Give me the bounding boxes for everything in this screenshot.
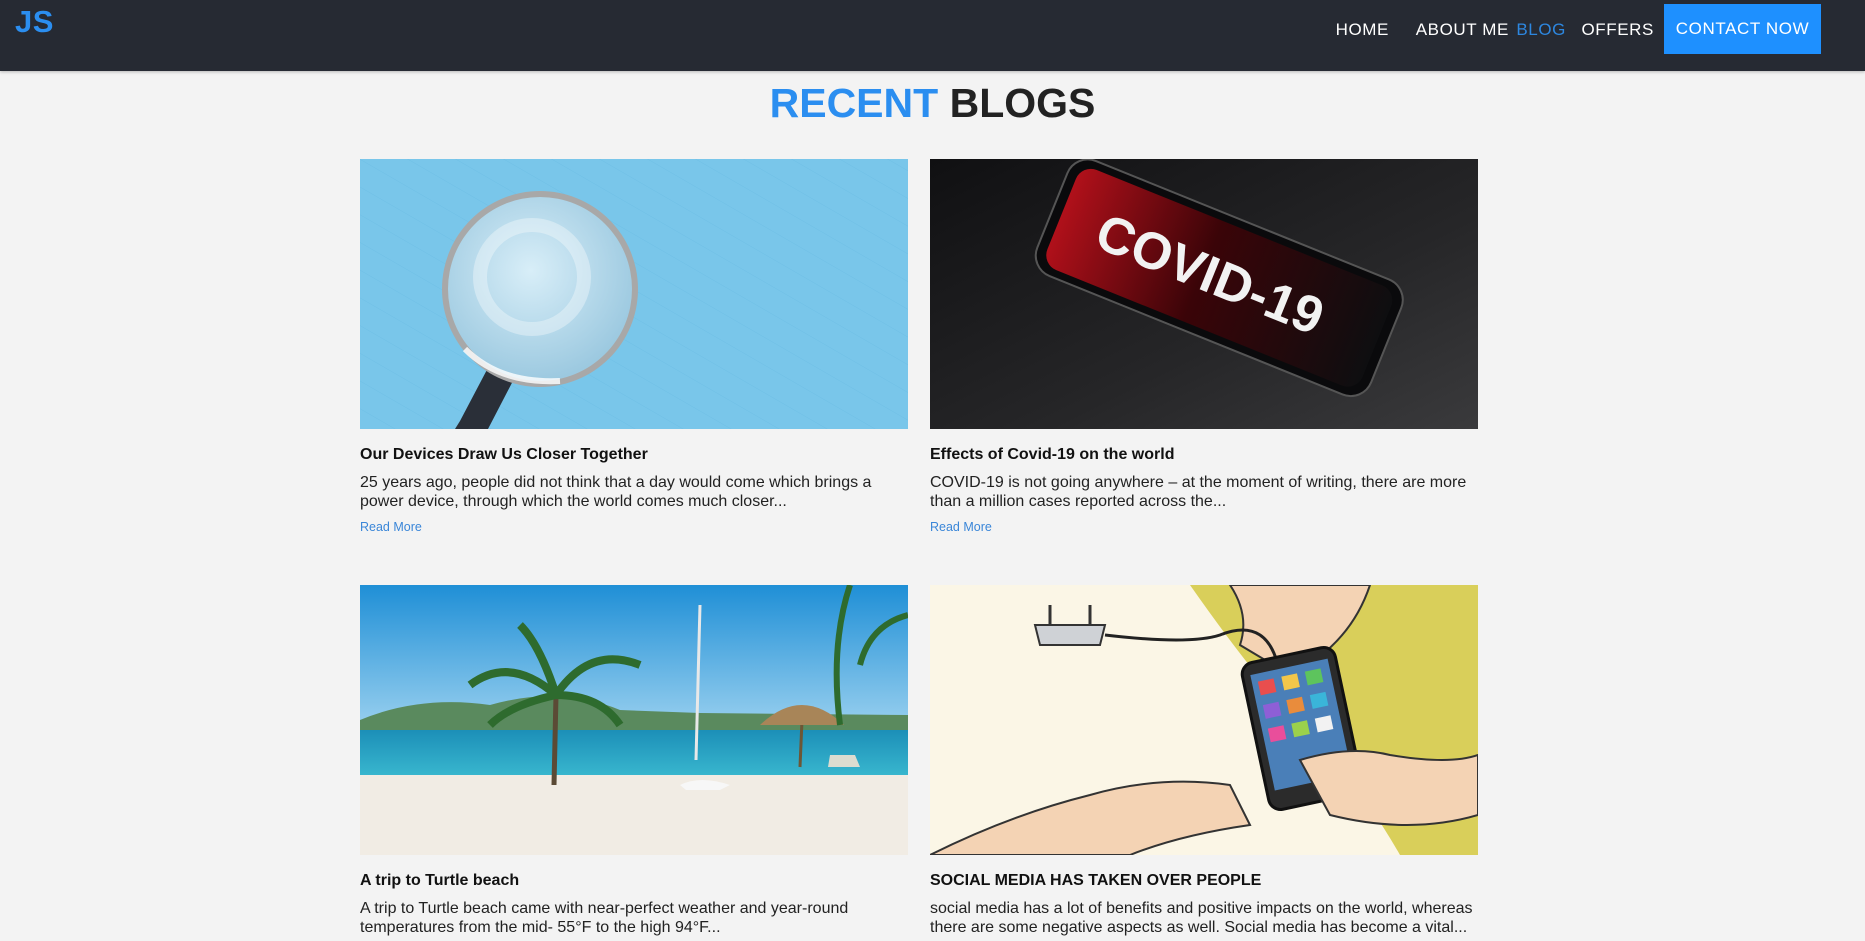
blog-image-covid-phone[interactable]: COVID-19: [930, 159, 1478, 429]
blog-title[interactable]: A trip to Turtle beach: [360, 872, 908, 890]
blog-card: A trip to Turtle beach A trip to Turtle …: [360, 585, 908, 937]
site-logo[interactable]: JS: [15, 4, 54, 40]
nav-about-me[interactable]: ABOUT ME: [1416, 20, 1509, 40]
contact-now-button[interactable]: CONTACT NOW: [1664, 4, 1821, 54]
blog-image-phone-addiction[interactable]: [930, 585, 1478, 855]
blog-card: Our Devices Draw Us Closer Together 25 y…: [360, 159, 908, 536]
top-navbar: JS HOME ABOUT ME BLOG OFFERS CONTACT NOW: [0, 0, 1865, 71]
blog-card: COVID-19 Effects of Covid-19 on the worl…: [930, 159, 1478, 536]
nav-offers[interactable]: OFFERS: [1581, 20, 1654, 40]
blog-image-magnifier[interactable]: [360, 159, 908, 429]
title-rest: BLOGS: [949, 80, 1096, 126]
blog-excerpt: A trip to Turtle beach came with near-pe…: [360, 900, 849, 936]
blog-excerpt: 25 years ago, people did not think that …: [360, 474, 872, 510]
blog-title[interactable]: SOCIAL MEDIA HAS TAKEN OVER PEOPLE: [930, 872, 1478, 890]
blog-title[interactable]: Our Devices Draw Us Closer Together: [360, 446, 908, 464]
blog-card: SOCIAL MEDIA HAS TAKEN OVER PEOPLE socia…: [930, 585, 1478, 937]
nav-blog[interactable]: BLOG: [1516, 20, 1566, 40]
blog-excerpt: social media has a lot of benefits and p…: [930, 900, 1473, 936]
title-accent: RECENT: [769, 80, 939, 126]
blog-image-beach[interactable]: [360, 585, 908, 855]
read-more-link[interactable]: Read More: [360, 520, 422, 534]
page-title: RECENT BLOGS: [0, 80, 1865, 127]
blog-title[interactable]: Effects of Covid-19 on the world: [930, 446, 1478, 464]
nav-home[interactable]: HOME: [1336, 20, 1389, 40]
blog-excerpt: COVID-19 is not going anywhere – at the …: [930, 474, 1467, 510]
read-more-link[interactable]: Read More: [930, 520, 992, 534]
